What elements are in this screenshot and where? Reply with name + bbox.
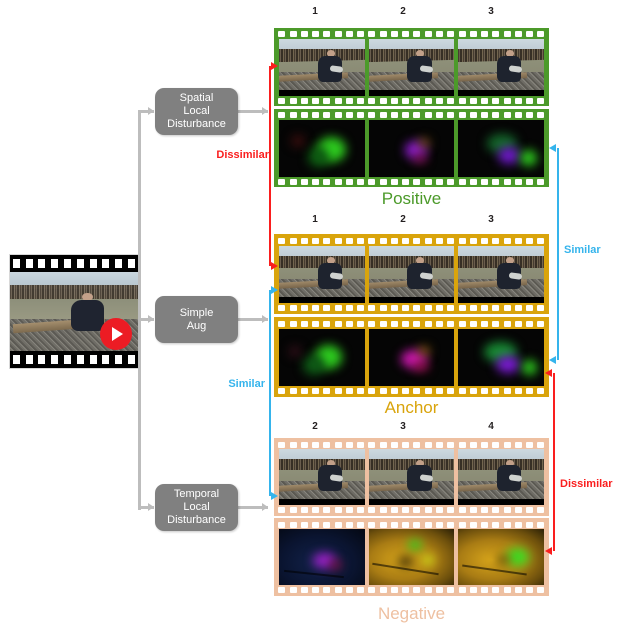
box-spatial-line3: Disturbance [167,118,226,130]
relation-label-dissimilar-left: Dissimilar [216,149,269,161]
negative-rgb-frame-2 [279,449,365,505]
bracket-dissimilar-right-arrow-bottom [545,547,552,555]
bracket-dissimilar-right [553,373,555,551]
anchor-rgb-frame-3 [458,246,545,303]
bracket-similar-right-arrow-bottom [549,356,556,364]
process-box-temporal-local-disturbance[interactable]: Temporal Local Disturbance [155,484,238,531]
box-temporal-line1: Temporal [173,488,220,500]
strip-label-positive: Positive [381,189,442,208]
negative-rgb-band [274,438,549,516]
connector-arrow-anchor [262,315,268,323]
bracket-similar-left [269,290,271,496]
bracket-similar-right [557,148,559,360]
box-spatial-line2: Local [183,105,210,117]
anchor-rgb-frame-2 [368,246,455,303]
film-strip-negative[interactable] [274,438,549,596]
strip-label-negative: Negative [377,604,446,623]
positive-rgb-frame-3 [458,39,545,96]
connector-arrow-negative [262,503,268,511]
anchor-rgb-band [274,234,549,314]
relation-label-similar-left: Similar [228,378,265,390]
process-box-simple-aug[interactable]: Simple Aug [155,296,238,343]
anchor-rgb-frame-1 [279,246,365,303]
negative-flow-frame-4 [458,529,545,585]
positive-rgb-frame-2 [368,39,455,96]
bracket-dissimilar-left-arrow-top [271,62,278,70]
anchor-flow-frame-1 [279,329,365,386]
strip-label-anchor: Anchor [384,398,439,417]
box-temporal-line2: Local [183,501,210,513]
negative-frame-number-4: 4 [488,421,494,432]
connector-arrow-spatial [148,107,154,115]
bracket-dissimilar-left-arrow-bottom [271,262,278,270]
positive-rgb-frame-1 [279,39,365,96]
box-temporal-line3: Disturbance [167,514,226,526]
process-box-spatial-local-disturbance[interactable]: Spatial Local Disturbance [155,88,238,135]
box-simple-line1: Simple [179,306,214,319]
connector-arrow-simple [148,315,154,323]
relation-label-dissimilar-right: Dissimilar [560,478,613,490]
box-simple-line2: Aug [186,319,207,332]
positive-flow-band [274,109,549,187]
negative-rgb-frame-3 [368,449,455,505]
positive-frame-number-1: 1 [312,6,318,17]
film-strip-positive[interactable] [274,28,549,187]
negative-frame-number-2: 2 [312,421,318,432]
positive-frame-number-2: 2 [400,6,406,17]
negative-rgb-frame-4 [458,449,545,505]
bracket-similar-left-arrow-bottom [271,492,278,500]
connector-arrow-positive [262,107,268,115]
anchor-flow-frame-2 [368,329,455,386]
relation-label-similar-right: Similar [564,244,601,256]
negative-flow-frame-3 [368,529,455,585]
positive-flow-frame-1 [279,120,365,177]
film-perforations-top [10,257,138,270]
negative-flow-frame-2 [279,529,365,585]
source-video-thumbnail[interactable] [10,255,138,368]
connector-spine [138,110,141,510]
negative-frame-number-3: 3 [400,421,406,432]
positive-flow-frame-3 [458,120,545,177]
bracket-similar-right-arrow-top [549,144,556,152]
bracket-dissimilar-left [269,66,271,266]
anchor-frame-number-2: 2 [400,214,406,225]
anchor-frame-number-3: 3 [488,214,494,225]
bracket-dissimilar-right-arrow-top [545,369,552,377]
anchor-flow-band [274,317,549,397]
connector-arrow-temporal [148,503,154,511]
positive-rgb-band [274,28,549,106]
anchor-frame-number-1: 1 [312,214,318,225]
play-icon[interactable] [100,318,132,350]
anchor-flow-frame-3 [458,329,545,386]
negative-flow-band [274,518,549,596]
film-strip-anchor[interactable] [274,234,549,397]
box-spatial-line1: Spatial [179,92,214,104]
film-perforations-bottom [10,353,138,366]
bracket-similar-left-arrow-top [271,286,278,294]
positive-flow-frame-2 [368,120,455,177]
positive-frame-number-3: 3 [488,6,494,17]
figure-canvas: Spatial Local Disturbance Simple Aug Tem… [0,0,626,639]
